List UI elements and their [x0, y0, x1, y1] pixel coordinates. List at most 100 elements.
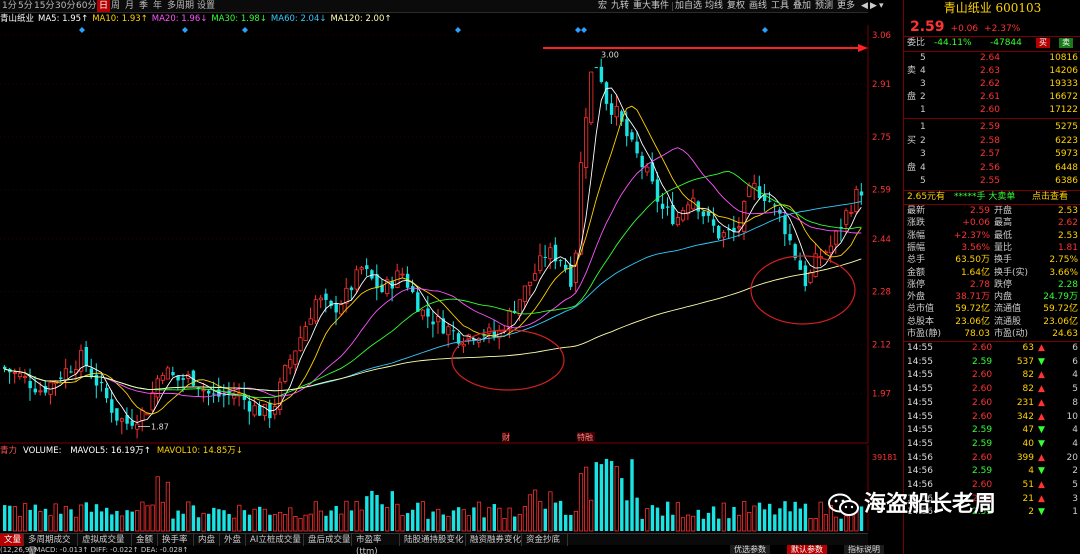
tool-button[interactable]: 重大事件	[633, 0, 669, 12]
volume-bar	[43, 508, 48, 531]
ask-row[interactable]: 1 2.60 17122	[904, 104, 1080, 117]
event-marker-icon[interactable]	[762, 27, 768, 33]
ask-row[interactable]: 盘 2 2.61 16672	[904, 91, 1080, 104]
window-control-icon[interactable]: ▶	[870, 0, 877, 12]
bid-row[interactable]: 盘 4 2.56 6448	[904, 162, 1080, 175]
indicator-tab[interactable]: 盘后成交量	[304, 534, 352, 546]
event-marker-icon[interactable]	[79, 27, 85, 33]
candle-body	[482, 335, 486, 337]
ask-row[interactable]: 5 2.64 10816	[904, 52, 1080, 65]
indicator-tab[interactable]: 市盈率(ttm)	[352, 534, 400, 554]
indicator-tab[interactable]: 资金抄底	[522, 534, 568, 546]
volume-bar	[349, 510, 354, 531]
ask-row[interactable]: 3 2.62 19333	[904, 78, 1080, 91]
candle-body	[344, 287, 349, 304]
event-marker-icon[interactable]	[182, 27, 188, 33]
tool-button[interactable]: 工具	[771, 0, 789, 12]
candle-body	[573, 252, 579, 283]
indicator-tab[interactable]: 金额	[132, 534, 158, 546]
candle-body	[12, 371, 17, 374]
bid-row[interactable]: 3 2.57 5973	[904, 148, 1080, 161]
tool-button[interactable]: 宏	[598, 0, 607, 12]
tick-row: 14:55 2.59 47 ▼ 4	[904, 424, 1080, 438]
candle-body	[69, 371, 73, 373]
price-tick-label: 1.97	[872, 390, 891, 400]
volume-bar	[3, 505, 7, 531]
candle-body	[752, 182, 757, 189]
period-tab[interactable]: 年	[153, 0, 162, 12]
param-button[interactable]: 指标说明	[844, 545, 884, 554]
period-tab[interactable]: 5分	[18, 0, 33, 12]
tool-button[interactable]: 画线	[749, 0, 767, 12]
buy-button[interactable]: 买	[1036, 38, 1050, 48]
volume-bar	[298, 518, 303, 532]
period-tab[interactable]: 15分	[34, 0, 54, 12]
indicator-tab[interactable]: 外盘	[220, 534, 246, 546]
period-tab[interactable]: 多周期	[167, 0, 194, 12]
volume-bar	[145, 505, 150, 532]
candlestick-chart[interactable]: 3.06 2.91 2.75 2.59 2.44 2.28 2.12 1.97 3.00 1.87…	[0, 25, 903, 445]
indicator-tab[interactable]: 虚拟成交量	[78, 534, 132, 546]
period-tab[interactable]: 30分	[55, 0, 75, 12]
stock-title[interactable]: 青山纸业 600103	[904, 0, 1080, 17]
ask-row[interactable]: 卖 4 2.63 14206	[904, 65, 1080, 78]
bid-row[interactable]: 买 2 2.58 6223	[904, 135, 1080, 148]
param-button[interactable]: 默认参数	[787, 545, 827, 554]
period-tab[interactable]: 1分	[2, 0, 17, 12]
period-tab[interactable]: 季	[139, 0, 148, 12]
tick-time: 14:55	[907, 425, 933, 436]
sell-button[interactable]: 卖	[1059, 38, 1073, 48]
up-arrow-icon: ▲	[1038, 480, 1045, 490]
indicator-tab[interactable]: 多周期成交量	[24, 534, 78, 554]
tool-button[interactable]: 均线	[705, 0, 723, 12]
period-tab[interactable]: 周	[111, 0, 120, 12]
indicator-tab[interactable]: AI立桩成交量	[246, 534, 304, 546]
period-tab[interactable]: 日	[97, 0, 111, 12]
bid-price: 2.59	[979, 122, 1000, 132]
ask-level: 2	[920, 92, 926, 102]
volume-bar	[258, 506, 262, 531]
tick-count: 4	[1072, 370, 1078, 381]
tick-price: 2.60	[972, 370, 993, 381]
window-control-icon[interactable]: ◀	[861, 0, 868, 12]
candle-body	[334, 303, 338, 313]
event-marker-icon[interactable]	[242, 27, 248, 33]
volume-bar	[354, 500, 359, 532]
event-marker-icon[interactable]	[581, 27, 587, 33]
period-tab[interactable]: 设置	[197, 0, 215, 12]
stat-row: 总市值 59.72亿 流通值 59.72亿	[904, 303, 1080, 315]
window-control-icon[interactable]: ▾	[879, 0, 884, 12]
price-tick-label: 2.12	[872, 340, 891, 350]
volume-chart[interactable]: 39181	[0, 445, 903, 533]
tool-button[interactable]: 九转	[611, 0, 629, 12]
volume-bar	[451, 510, 456, 531]
event-marker-icon[interactable]	[455, 27, 461, 33]
event-marker-icon[interactable]	[575, 27, 581, 33]
tool-button[interactable]: 加自选	[675, 0, 702, 12]
param-button[interactable]: 优选参数	[730, 545, 770, 554]
indicator-tab[interactable]: 内盘	[194, 534, 220, 546]
volume-bar	[313, 501, 318, 532]
indicator-tab[interactable]: 换手率	[158, 534, 194, 546]
tool-button[interactable]: 更多	[837, 0, 855, 12]
indicator-tab[interactable]: 陆股通持股变化	[400, 534, 466, 546]
tool-button[interactable]: 预测	[815, 0, 833, 12]
tick-count: 4	[1072, 425, 1078, 436]
volume-bar	[640, 518, 644, 531]
indicator-tab[interactable]: 融资融券变化	[466, 534, 522, 546]
tick-count: 2	[1072, 466, 1078, 477]
candle-body	[675, 217, 681, 226]
bid-row[interactable]: 1 2.59 5275	[904, 121, 1080, 134]
period-tab[interactable]: 60分	[76, 0, 96, 12]
event-label[interactable]: 财	[502, 432, 510, 442]
big-order-link[interactable]: 点击查看	[1032, 191, 1068, 203]
indicator-tab[interactable]: 文量	[0, 534, 24, 546]
tool-button[interactable]: 叠加	[793, 0, 811, 12]
stat-value: 2.75%	[1049, 255, 1078, 266]
period-tab[interactable]: 月	[125, 0, 134, 12]
candle-body	[737, 226, 742, 229]
tool-button[interactable]: 复权	[727, 0, 745, 12]
big-order-row[interactable]: 2.65元有 *****手 大卖单 点击查看	[904, 191, 1080, 203]
bid-row[interactable]: 5 2.55 6386	[904, 175, 1080, 188]
event-label[interactable]: 特融	[577, 432, 593, 442]
